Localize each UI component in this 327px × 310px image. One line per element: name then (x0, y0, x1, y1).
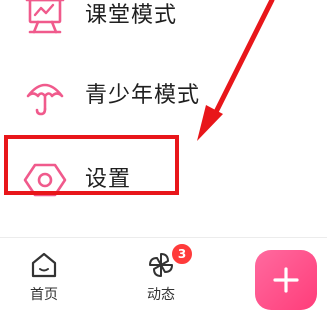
umbrella-icon (22, 74, 68, 118)
nav-home[interactable]: 首页 (14, 244, 74, 307)
menu-item-youth-mode[interactable]: 青少年模式 (0, 68, 327, 124)
menu-item-label: 青少年模式 (85, 83, 201, 108)
menu-item-label: 课堂模式 (85, 3, 178, 28)
home-icon (29, 250, 59, 280)
nav-moments[interactable]: 3 动态 (131, 242, 194, 307)
nav-moments-label: 动态 (147, 287, 175, 303)
highlight-box (4, 135, 179, 195)
bottom-nav-divider (0, 237, 327, 238)
classroom-board-icon (22, 0, 68, 38)
menu-item-classroom-mode[interactable]: 课堂模式 (0, 0, 327, 44)
nav-home-label: 首页 (30, 287, 58, 303)
notification-badge: 3 (170, 242, 194, 266)
add-button[interactable] (255, 250, 317, 310)
plus-icon (273, 267, 299, 293)
